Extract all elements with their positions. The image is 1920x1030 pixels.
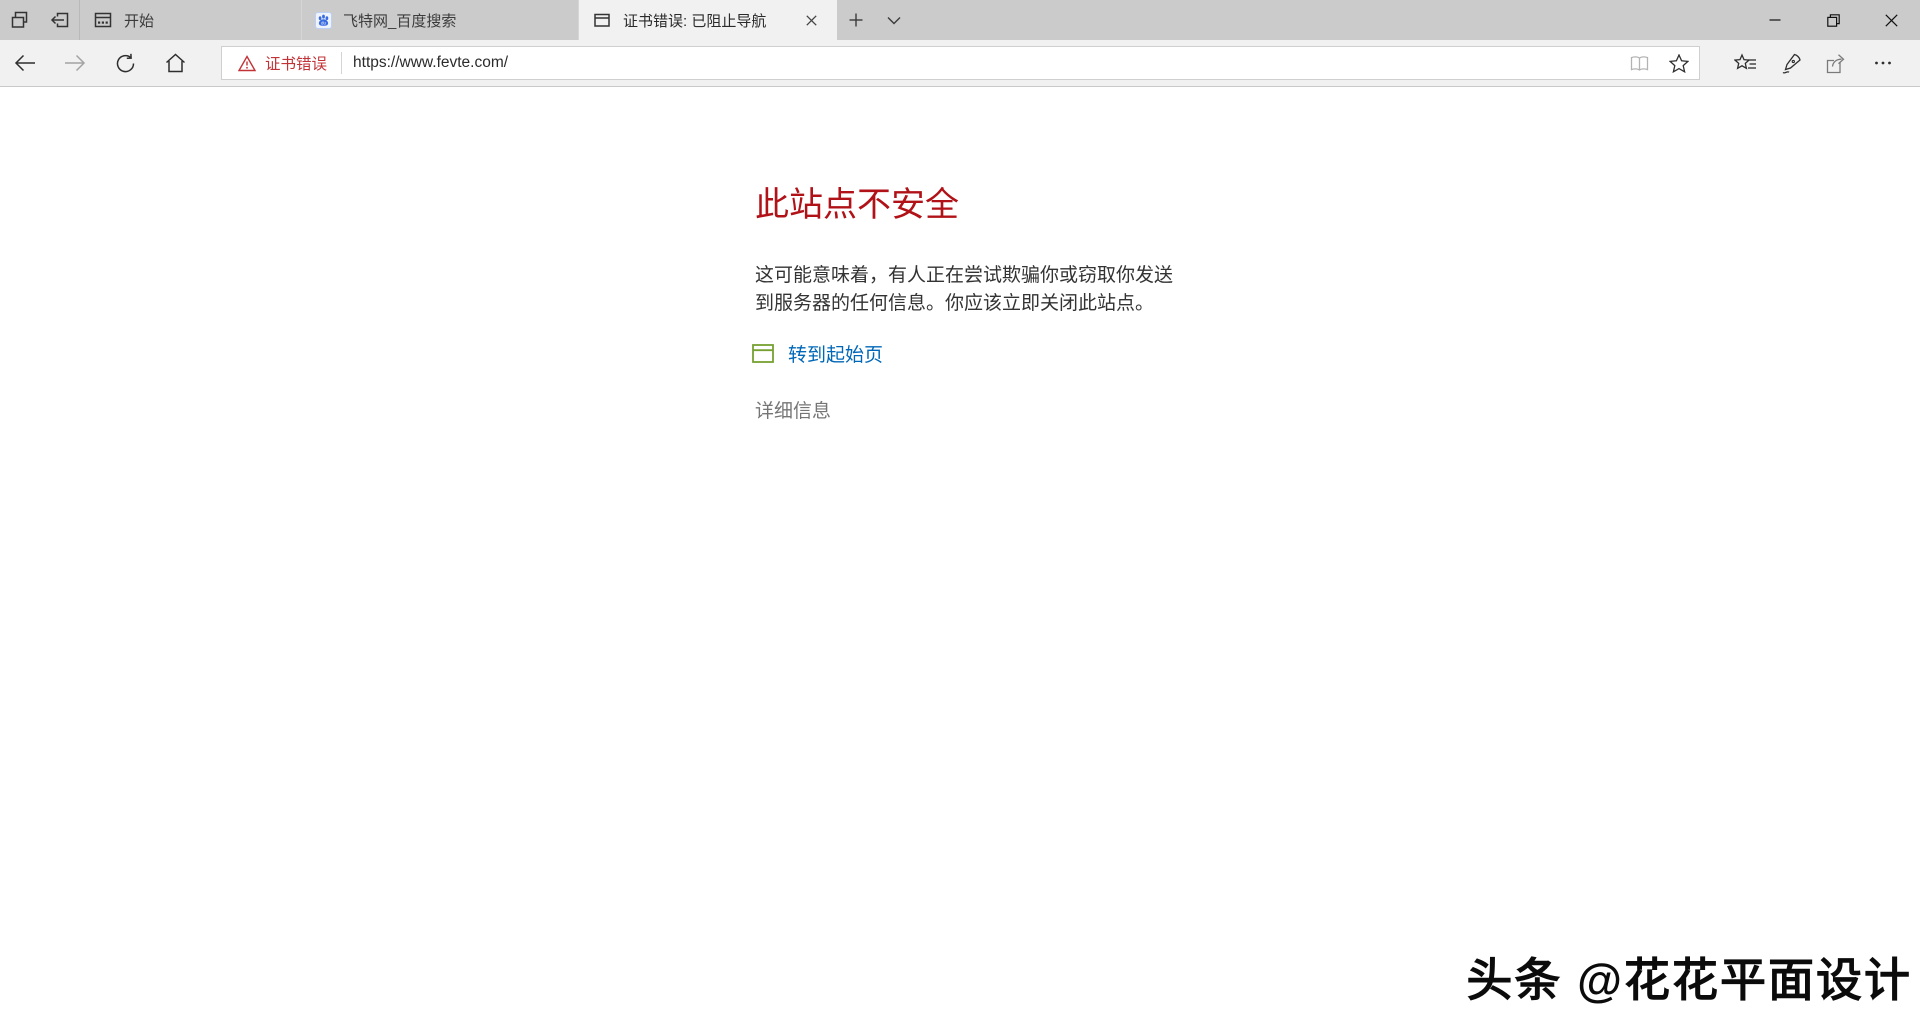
forward-button[interactable] (50, 40, 100, 87)
close-window-button[interactable] (1862, 0, 1920, 40)
svg-text:du: du (321, 20, 326, 25)
chevron-down-icon (887, 16, 901, 25)
forward-arrow-icon (64, 54, 86, 72)
tab-list-dropdown-button[interactable] (875, 0, 913, 40)
start-page-icon (93, 10, 113, 30)
error-description: 这可能意味着，有人正在尝试欺骗你或窃取你发送到服务器的任何信息。你应该立即关闭此… (755, 262, 1189, 318)
details-link[interactable]: 详细信息 (755, 396, 831, 423)
window-arrow-left-icon (49, 10, 70, 30)
star-icon (1669, 54, 1689, 73)
page-icon (592, 10, 612, 30)
pen-icon (1781, 53, 1802, 74)
settings-more-button[interactable] (1860, 40, 1906, 87)
tab-baidu-search[interactable]: du 飞特网_百度搜索 (301, 0, 578, 40)
stacked-windows-icon (10, 10, 30, 30)
url-input[interactable] (342, 47, 1619, 79)
watermark: 头条 @花花平面设计 (1466, 944, 1912, 1010)
minimize-icon (1769, 14, 1781, 26)
close-icon (1885, 14, 1898, 27)
refresh-icon (115, 53, 136, 74)
book-icon (1629, 55, 1650, 72)
page-content: 此站点不安全 这可能意味着，有人正在尝试欺骗你或窃取你发送到服务器的任何信息。你… (0, 88, 1920, 1030)
window-drag-region (913, 0, 1746, 40)
restore-button[interactable] (1804, 0, 1862, 40)
set-tabs-aside-button[interactable] (40, 0, 80, 40)
tab-bar: 开始 du 飞特网_百度搜索 证书错误: 已阻止导航 (0, 0, 1920, 40)
go-to-start-link[interactable]: 转到起始页 (752, 340, 883, 367)
share-button[interactable] (1814, 40, 1860, 87)
tab-certificate-error-active[interactable]: 证书错误: 已阻止导航 (578, 0, 837, 40)
tab-close-button[interactable] (798, 7, 824, 33)
tab-label: 开始 (124, 10, 288, 31)
share-icon (1826, 53, 1848, 74)
browser-toolbar: 证书错误 (0, 40, 1920, 87)
home-icon (165, 53, 186, 73)
address-bar[interactable]: 证书错误 (221, 46, 1700, 80)
new-tab-button[interactable] (837, 0, 875, 40)
start-page-window-icon (752, 344, 774, 363)
back-button[interactable] (0, 40, 50, 87)
tab-start[interactable]: 开始 (80, 0, 301, 40)
baidu-favicon: du (315, 12, 332, 29)
go-to-start-link-label: 转到起始页 (788, 340, 883, 367)
refresh-button[interactable] (100, 40, 150, 87)
favorites-hub-icon (1734, 53, 1757, 73)
page-title: 此站点不安全 (755, 184, 959, 226)
add-favorite-button[interactable] (1659, 47, 1699, 79)
tab-label: 飞特网_百度搜索 (343, 10, 565, 31)
minimize-button[interactable] (1746, 0, 1804, 40)
ellipsis-icon (1874, 60, 1892, 66)
certificate-error-label: 证书错误 (265, 52, 327, 74)
restore-icon (1827, 14, 1840, 27)
back-arrow-icon (14, 54, 36, 72)
tab-label: 证书错误: 已阻止导航 (623, 10, 787, 31)
toolbar-right-group (1722, 40, 1906, 87)
reading-view-button[interactable] (1619, 47, 1659, 79)
web-note-button[interactable] (1768, 40, 1814, 87)
plus-icon (849, 13, 863, 27)
favorites-hub-button[interactable] (1722, 40, 1768, 87)
warning-triangle-icon (238, 55, 256, 72)
home-button[interactable] (150, 40, 200, 87)
tabs-set-aside-button[interactable] (0, 0, 40, 40)
certificate-error-badge[interactable]: 证书错误 (222, 52, 341, 74)
